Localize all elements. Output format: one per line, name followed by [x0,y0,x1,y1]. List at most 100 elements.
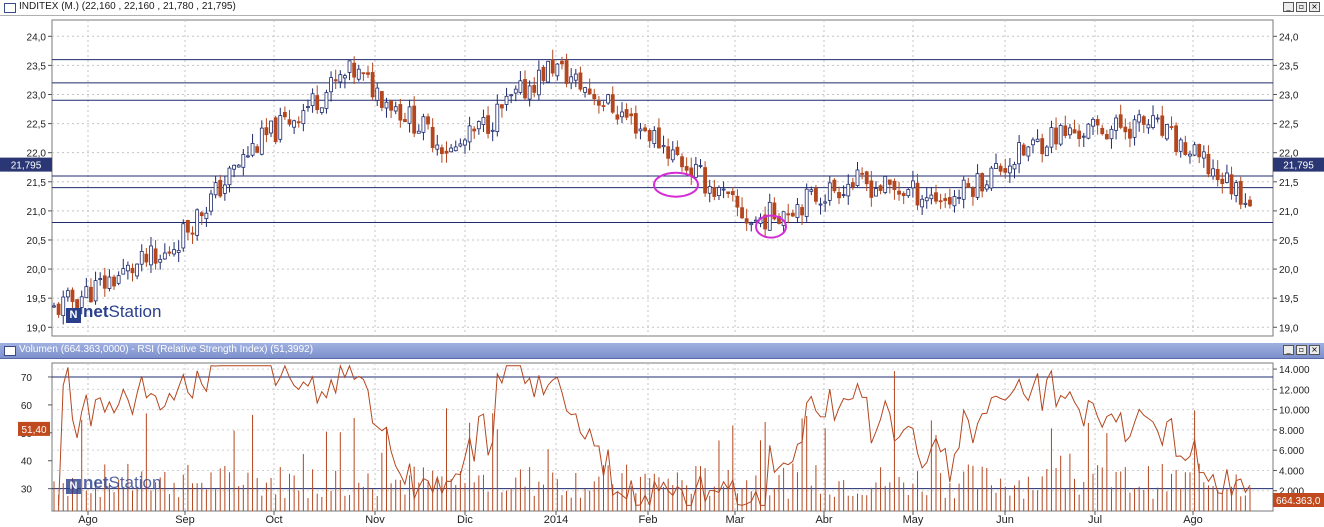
candle-body [398,104,403,121]
candle-body [403,119,407,123]
candle-body [375,87,380,101]
candle-body [347,60,352,73]
candle-body [236,164,241,168]
x-tick-label: Jun [996,514,1014,526]
candle-body [596,100,601,106]
candle-body [167,251,172,254]
rsi-panel-titlebar: Volumen (664.363,0000) - RSI (Relative S… [0,343,1324,359]
candle-body [490,129,495,132]
candle-body [837,192,841,199]
candle-body [652,130,657,144]
y-tick-label-left: 23,5 [27,61,47,72]
candle-body [426,116,430,125]
candle-body [855,169,860,186]
restore-button[interactable]: ▫ [1296,345,1307,355]
y-tick-label-right: 21,5 [1279,178,1299,189]
y-tick-label-right: 24,0 [1279,32,1299,43]
restore-button[interactable]: ▫ [1296,2,1307,12]
netstation-logo: NnetStation [66,473,161,494]
candle-body [657,127,661,149]
minimize-button[interactable]: _ [1283,2,1294,12]
candle-body [176,249,181,253]
candle-body [259,127,264,155]
candle-body [476,121,481,130]
plot-area [51,19,1274,337]
candle-body [583,87,587,93]
candle-body [850,182,855,188]
y-tick-label-left: 22,5 [27,120,47,131]
y-tick-label-left: 24,0 [27,32,47,43]
candle-body [199,212,204,217]
candle-body [536,69,541,96]
candle-body [190,232,195,235]
candle-body [1201,151,1206,159]
candle-body [338,74,343,83]
candle-body [947,197,952,205]
candle-body [684,166,689,171]
candle-body [352,62,357,78]
candle-body [495,103,500,132]
y-tick-label-left: 70 [21,373,33,384]
close-button[interactable]: × [1309,2,1320,12]
candle-body [823,201,828,204]
y-tick-label-right: 10.000 [1279,406,1310,417]
netstation-logo: NnetStation [66,302,161,323]
candle-body [1100,127,1105,135]
candle-body [615,114,620,120]
logo-station: Station [108,302,162,321]
candle-body [744,218,749,224]
candle-body [1114,117,1118,131]
candle-body [1095,119,1100,126]
candle-body [1234,182,1239,196]
candle-body [435,144,440,150]
y-tick-label-left: 19,0 [27,323,47,334]
candle-body [924,197,929,202]
candle-body [1012,164,1017,170]
candle-body [407,106,412,124]
candle-body [984,184,989,190]
candle-body [994,163,998,169]
candle-body [84,286,89,299]
x-tick-label: Ago [1183,514,1203,526]
candle-body [1188,153,1192,157]
candle-body [1132,119,1137,138]
candle-body [89,286,93,303]
candle-body [740,207,744,219]
candle-body [883,176,888,193]
candle-body [532,84,537,93]
candle-body [384,101,389,109]
candle-body [356,68,361,80]
candle-body [938,200,943,203]
candle-body [500,104,504,109]
rsi-last-label: 51,40 [21,425,46,436]
candle-body [393,106,398,112]
candle-body [707,186,712,194]
price-panel-title: INDITEX (M.) (22,160 , 22,160 , 21,780 ,… [19,1,236,12]
y-tick-label-right: 20,0 [1279,265,1299,276]
candle-body [846,183,851,197]
candle-body [255,146,260,153]
candle-body [1044,146,1049,157]
candle-body [1248,199,1252,207]
y-tick-label-left: 20,0 [27,265,47,276]
candle-body [329,77,333,93]
candle-body [130,267,135,274]
close-button[interactable]: × [1309,345,1320,355]
candle-body [1123,126,1128,133]
y-tick-label-left: 40 [21,457,33,468]
candle-body [523,79,527,99]
candle-body [703,167,708,194]
price-panel-titlebar: INDITEX (M.) (22,160 , 22,160 , 21,780 ,… [0,0,1324,16]
candle-body [749,222,754,226]
candle-body [439,147,444,154]
candle-body [578,72,583,90]
candle-body [61,296,66,317]
candle-body [887,179,892,185]
y-tick-label-right: 19,0 [1279,323,1299,334]
candle-body [587,88,592,95]
candle-body [269,120,273,134]
y-tick-label-right: 21,0 [1279,207,1299,218]
volume-last-label: 664.363,0 [1276,496,1321,507]
candle-body [1109,128,1114,140]
minimize-button[interactable]: _ [1283,345,1294,355]
